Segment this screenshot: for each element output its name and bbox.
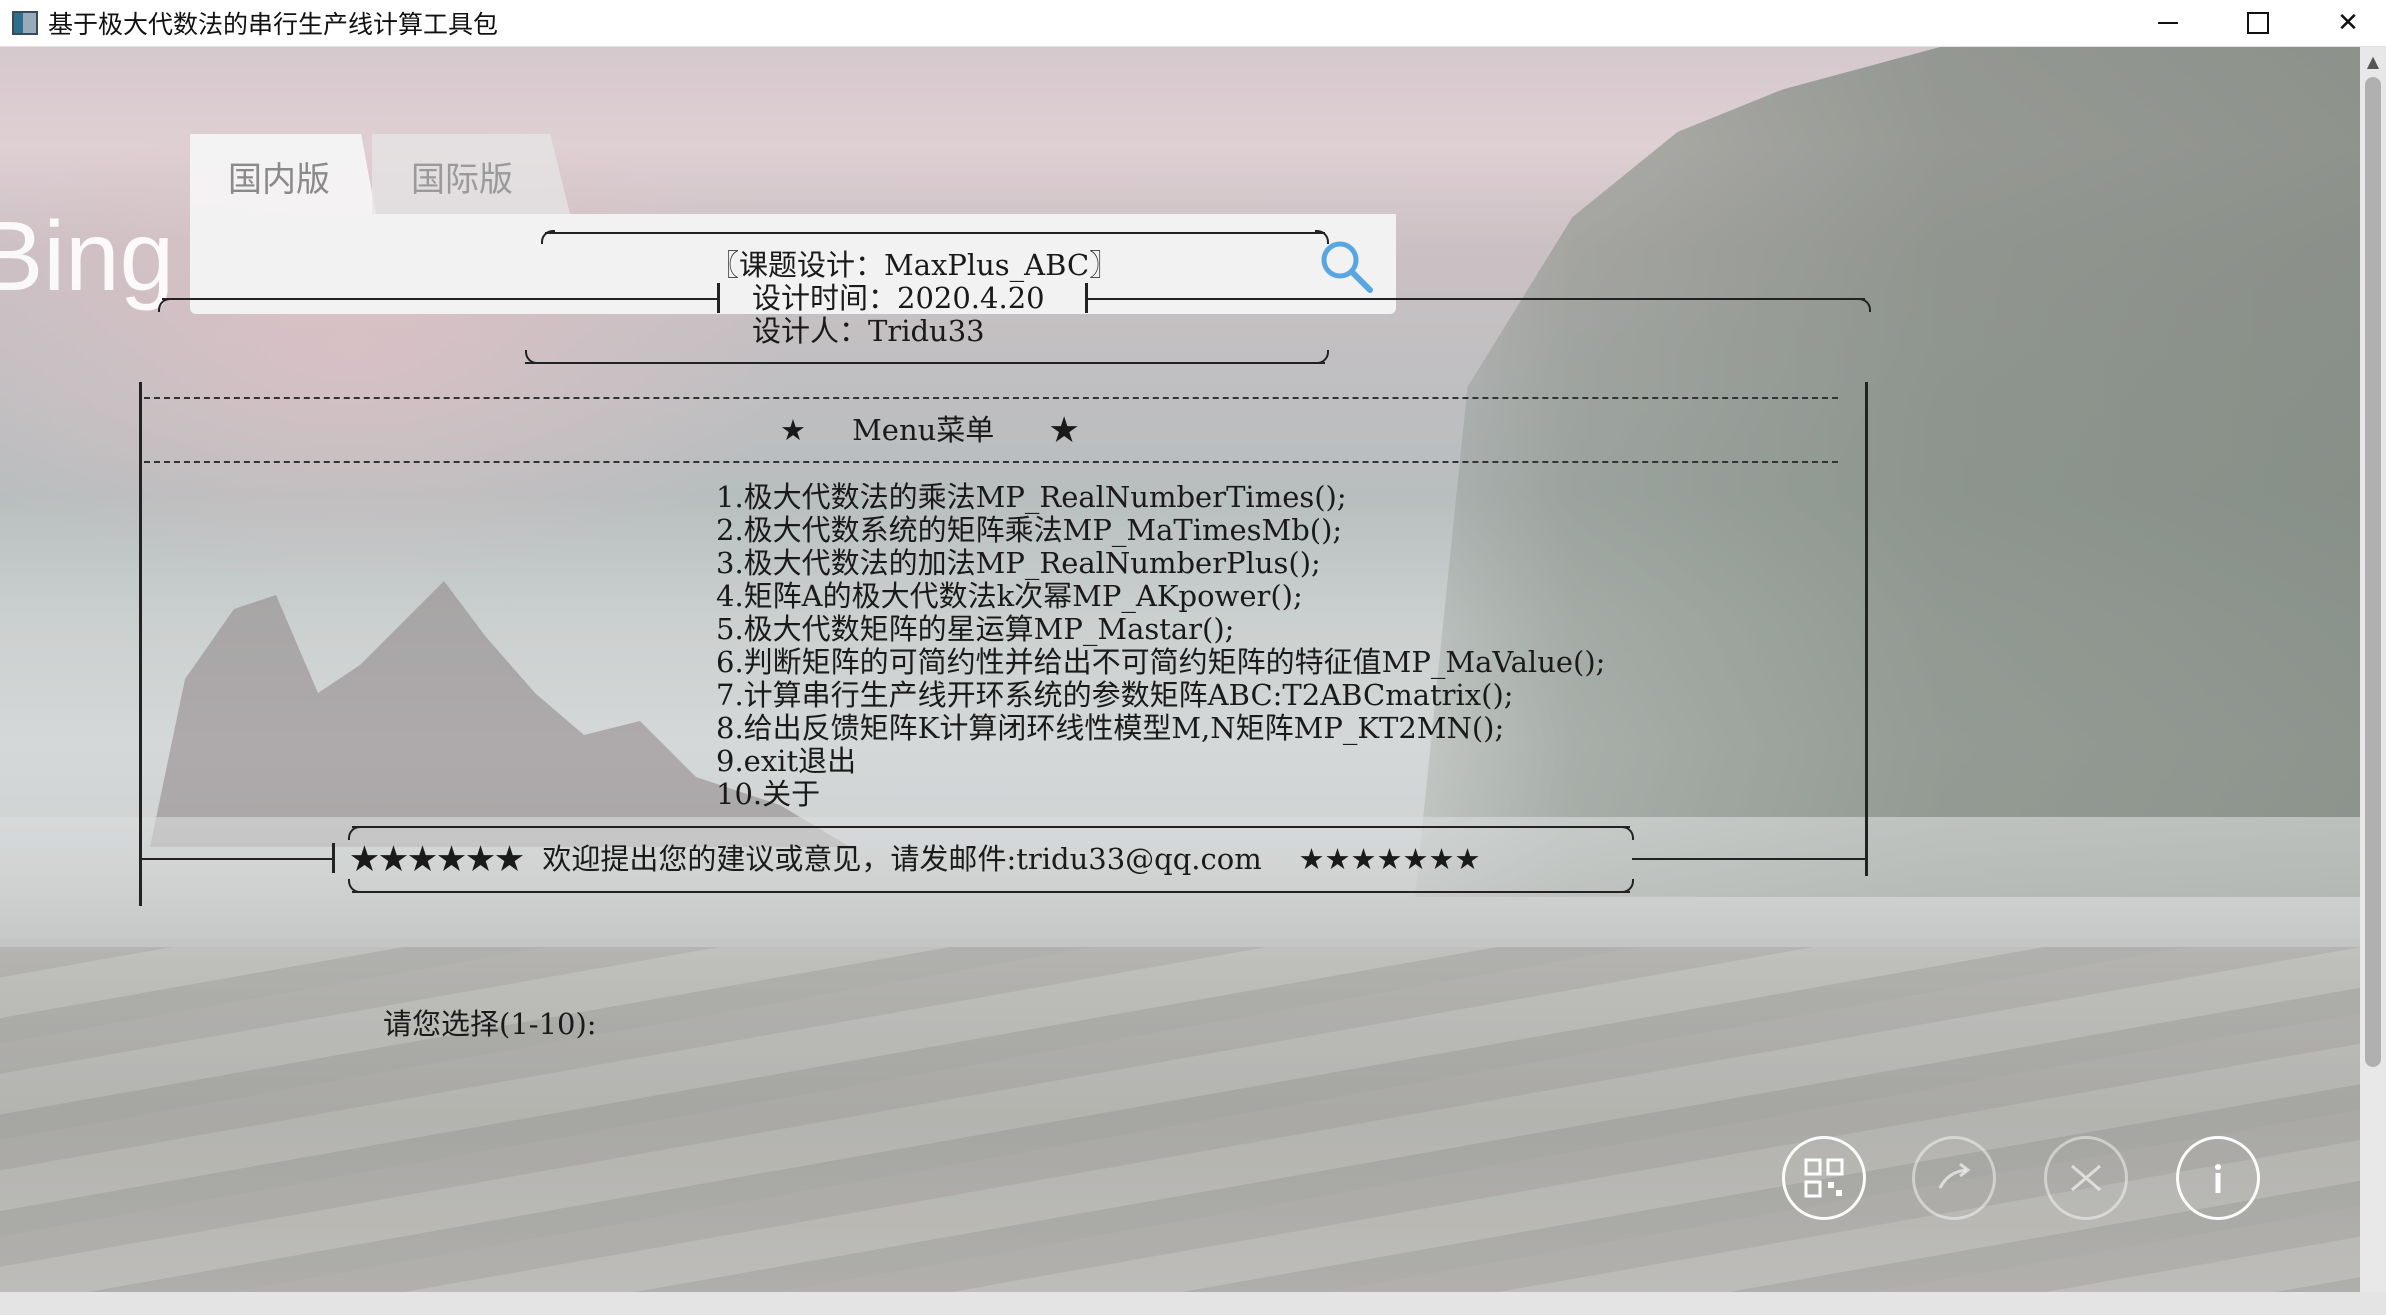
menu-item: 7.计算串行生产线开环系统的参数矩阵ABC:T2ABCmatrix(); — [716, 678, 1514, 712]
share-icon — [1938, 1162, 1971, 1189]
qr-code-icon — [1804, 1158, 1844, 1198]
scroll-up-icon[interactable]: ▲ — [2364, 53, 2382, 71]
menu-item: 8.给出反馈矩阵K计算闭环线性模型M,N矩阵MP_KT2MN(); — [716, 711, 1505, 745]
window-bottom-edge — [0, 1292, 2386, 1315]
menu-item: 3.极大代数法的加法MP_RealNumberPlus(); — [716, 546, 1321, 580]
menu-item: 6.判断矩阵的可简约性并给出不可简约矩阵的特征值MP_MaValue(); — [716, 645, 1606, 679]
info-icon — [2215, 1164, 2221, 1193]
header-author: 设计人：Tridu33 — [752, 314, 985, 348]
menu-item: 10.关于 — [716, 777, 821, 811]
menu-item: 5.极大代数矩阵的星运算MP_Mastar(); — [716, 612, 1235, 646]
console-output: 〖课题设计：MaxPlus_ABC〗 设计时间：2020.4.20 设计人：Tr… — [0, 0, 2360, 1300]
menu-item: 9.exit退出 — [716, 744, 857, 778]
info-button[interactable] — [2176, 1136, 2260, 1220]
header-title: 〖课题设计：MaxPlus_ABC〗 — [710, 248, 1119, 282]
menu-item: 4.矩阵A的极大代数法k次幂MP_AKpower(); — [716, 579, 1303, 613]
input-prompt: 请您选择(1-10): — [383, 1007, 597, 1041]
qr-code-button[interactable] — [1782, 1136, 1866, 1220]
shuffle-icon — [2071, 1164, 2101, 1192]
menu-item: 2.极大代数系统的矩阵乘法MP_MaTimesMb(); — [716, 513, 1343, 547]
header-time: 设计时间：2020.4.20 — [752, 281, 1045, 315]
footer-feedback: ★★★★★★ 欢迎提出您的建议或意见，请发邮件:tridu33@qq.com ★… — [350, 842, 1481, 876]
share-button[interactable] — [1912, 1136, 1996, 1220]
menu-item: 1.极大代数法的乘法MP_RealNumberTimes(); — [716, 480, 1347, 514]
scroll-thumb[interactable] — [2365, 77, 2381, 1067]
vertical-scrollbar[interactable]: ▲ — [2360, 47, 2386, 1292]
menu-title: ★ Menu菜单 ★ — [780, 413, 1079, 447]
shuffle-button[interactable] — [2044, 1136, 2128, 1220]
